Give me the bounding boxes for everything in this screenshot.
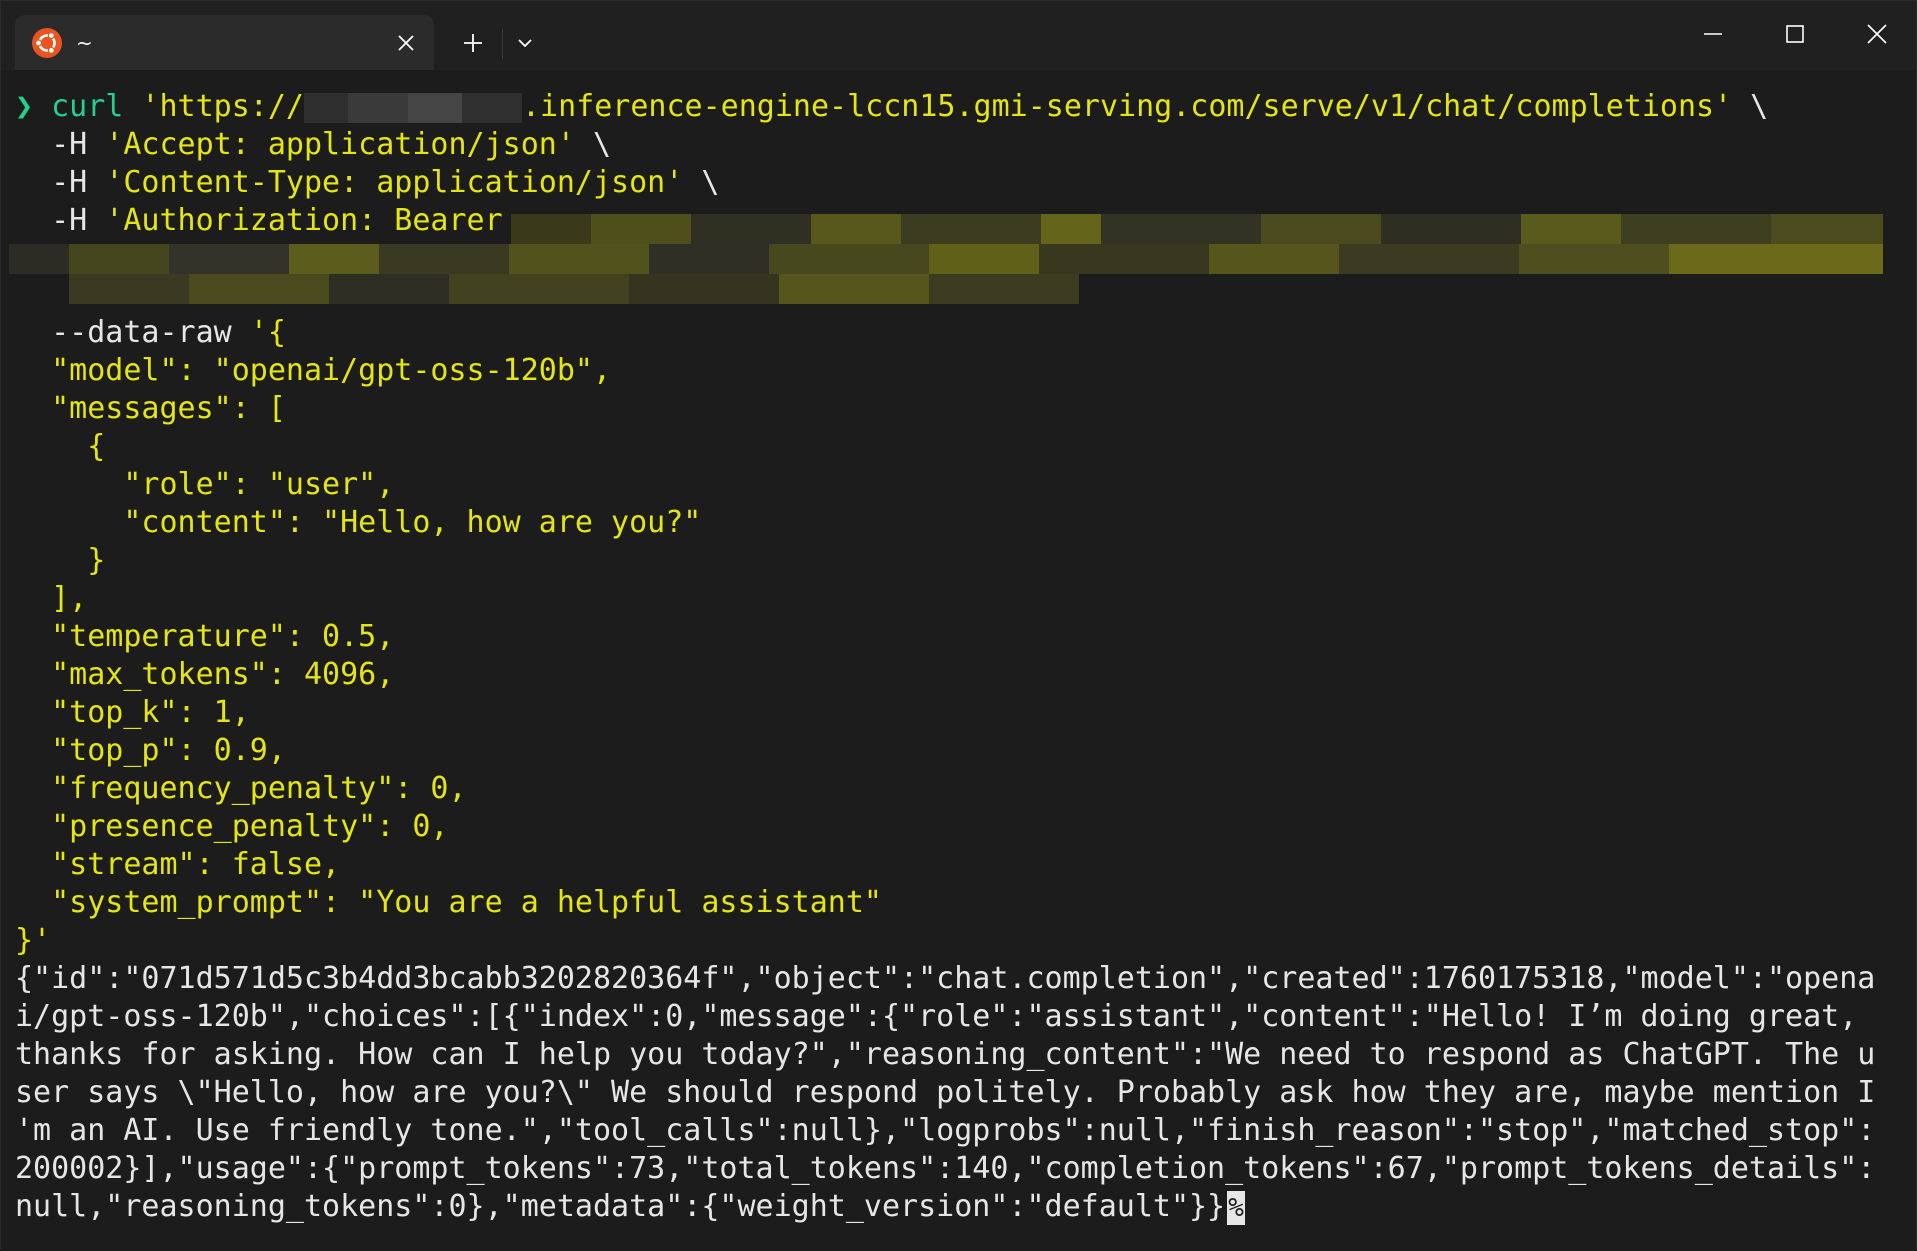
tab-home[interactable]: ~ (15, 15, 434, 70)
body-line: "temperature": 0.5, (15, 619, 395, 654)
body-line: "role": "user", (15, 467, 395, 502)
data-raw-open: '{ (249, 315, 286, 350)
response-line-last: null,"reasoning_tokens":0},"metadata":{"… (15, 1188, 1246, 1226)
chevron-down-icon[interactable] (505, 25, 545, 61)
new-tab-icon[interactable] (453, 25, 493, 61)
tab-title: ~ (76, 30, 93, 55)
response-line: 200002}],"usage":{"prompt_tokens":73,"to… (15, 1151, 1876, 1186)
terminal-body: --data-raw '{ "model": "openai/gpt-oss-1… (1, 70, 1916, 1251)
body-line: "top_k": 1, (15, 695, 250, 730)
body-line: } (15, 543, 106, 578)
maximize-icon[interactable] (1755, 1, 1835, 67)
body-line: "frequency_penalty": 0, (15, 771, 467, 806)
response-line: thanks for asking. How can I help you to… (15, 1037, 1876, 1072)
response-line: 'm an AI. Use friendly tone.","tool_call… (15, 1113, 1876, 1148)
ubuntu-icon (32, 27, 62, 58)
body-line: "model": "openai/gpt-oss-120b", (15, 353, 612, 388)
body-line: { (15, 429, 106, 464)
response-text: null,"reasoning_tokens":0},"metadata":{"… (15, 1189, 1226, 1224)
end-marker: % (1228, 1192, 1244, 1223)
body-line: "messages": [ (15, 391, 286, 426)
body-line: "stream": false, (15, 847, 341, 882)
data-raw-flag: --data-raw (15, 315, 250, 350)
response-line: i/gpt-oss-120b","choices":[{"index":0,"m… (15, 999, 1858, 1034)
data-raw-line: --data-raw '{ (15, 314, 286, 352)
tab-close-icon[interactable] (388, 25, 424, 61)
minimize-icon[interactable] (1673, 1, 1753, 67)
title-bar: ~ (1, 1, 1916, 70)
body-line: "presence_penalty": 0, (15, 809, 449, 844)
body-line: ], (15, 581, 88, 616)
body-line: "top_p": 0.9, (15, 733, 286, 768)
terminal-window: ~ ❯ curl 'https://.inference-engine-lccn… (0, 0, 1917, 1251)
body-line: }' (15, 923, 52, 958)
tab-divider (502, 29, 503, 59)
body-line: "max_tokens": 4096, (15, 657, 395, 692)
close-icon[interactable] (1837, 1, 1917, 67)
body-line: "system_prompt": "You are a helpful assi… (15, 885, 882, 920)
end-marker-cursor: % (1227, 1190, 1246, 1225)
response-line: {"id":"071d571d5c3b4dd3bcabb3202820364f"… (15, 961, 1876, 996)
response-line: ser says \"Hello, how are you?\" We shou… (15, 1075, 1876, 1110)
body-line: "content": "Hello, how are you?" (15, 505, 702, 540)
